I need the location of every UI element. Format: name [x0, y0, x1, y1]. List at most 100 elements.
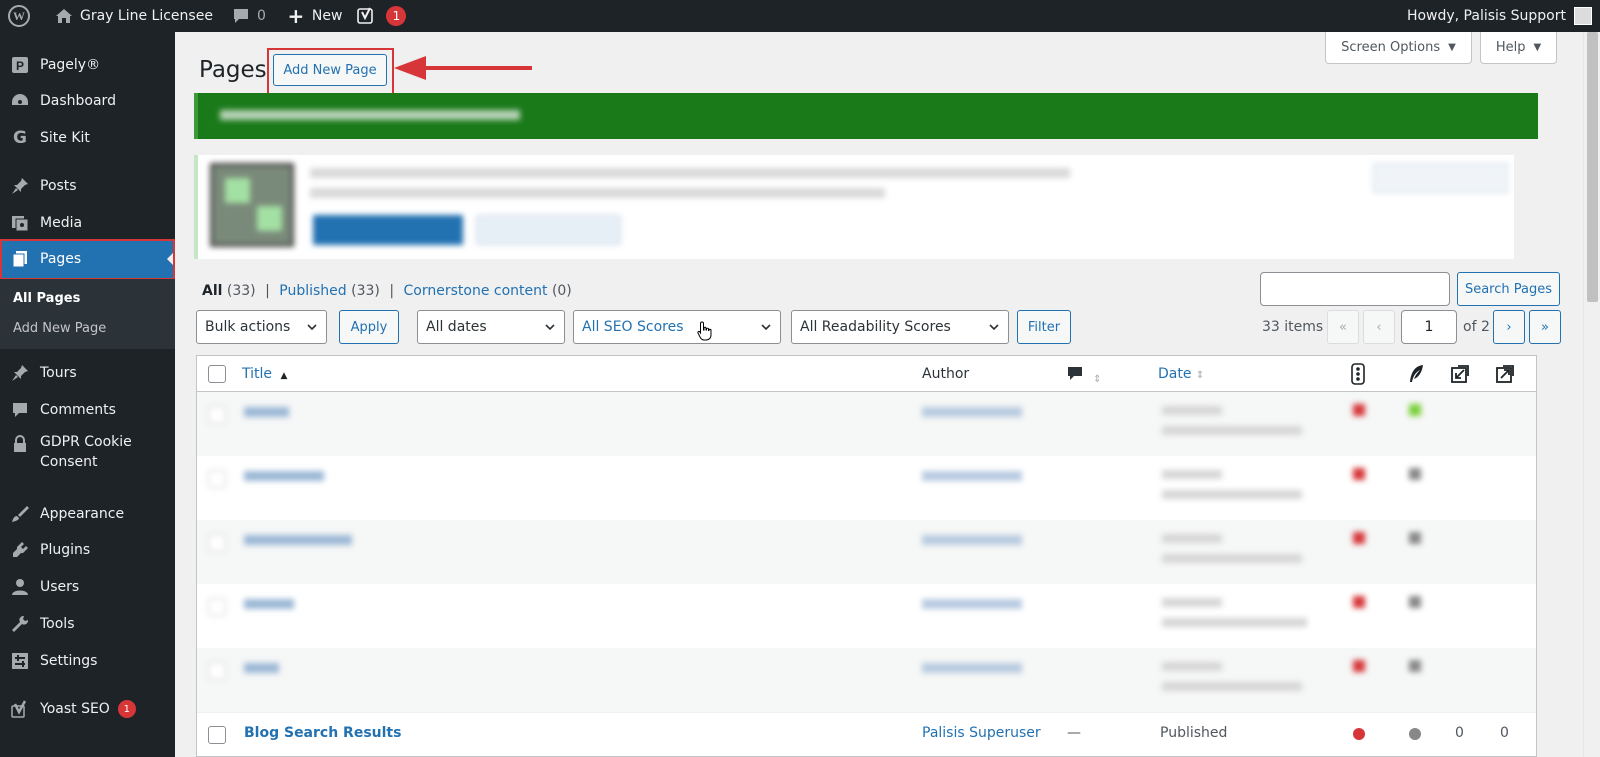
seo-score-column-header[interactable]: [1350, 363, 1366, 389]
yoast-icon: [356, 6, 376, 26]
add-new-highlight-box: [267, 48, 394, 96]
sidebar-item-users[interactable]: Users: [0, 572, 175, 602]
outgoing-links-column-header[interactable]: [1495, 364, 1515, 388]
incoming-links-column-header[interactable]: [1450, 364, 1470, 388]
site-name-link[interactable]: Gray Line Licensee: [38, 0, 221, 32]
comments-column-header[interactable]: ⇕: [1067, 366, 1102, 386]
promo-dismiss-button[interactable]: [1373, 163, 1508, 193]
sidebar-item-pagely[interactable]: P Pagely®: [0, 50, 175, 80]
wordpress-logo[interactable]: W: [0, 0, 38, 32]
sidebar-item-dashboard[interactable]: Dashboard: [0, 86, 175, 116]
sidebar-item-tours[interactable]: Tours: [0, 358, 175, 388]
table-row[interactable]: Blog Search Results Palisis Superuser — …: [197, 712, 1536, 756]
select-all-checkbox[interactable]: [208, 365, 226, 383]
row-checkbox[interactable]: [208, 598, 226, 616]
my-account[interactable]: Howdy, Palisis Support: [1407, 0, 1592, 32]
filter-all[interactable]: All: [202, 283, 222, 299]
seo-scores-value: All SEO Scores: [582, 319, 684, 335]
column-author-header: Author: [922, 366, 970, 382]
sidebar-item-media[interactable]: Media: [0, 208, 175, 238]
notice-blurred-content: [220, 110, 520, 120]
sidebar-item-site-kit[interactable]: G Site Kit: [0, 123, 175, 153]
comment-icon: [10, 400, 30, 420]
table-row[interactable]: [197, 520, 1536, 584]
table-row[interactable]: [197, 392, 1536, 456]
sort-indicator-icon: ⇕: [1093, 374, 1102, 385]
table-row[interactable]: [197, 584, 1536, 648]
apply-button[interactable]: Apply: [339, 310, 399, 344]
readability-column-header[interactable]: [1407, 364, 1425, 388]
comment-icon: [231, 6, 251, 26]
new-content-link[interactable]: + New: [274, 0, 351, 32]
sidebar-item-settings[interactable]: Settings: [0, 646, 175, 676]
row-title-link[interactable]: Blog Search Results: [244, 725, 401, 741]
screen-options-button[interactable]: Screen Options ▼: [1325, 32, 1472, 64]
vertical-scrollbar[interactable]: [1583, 32, 1600, 757]
row-author-blurred[interactable]: [922, 663, 1022, 673]
new-label: New: [311, 8, 343, 24]
admin-sidebar: P Pagely® Dashboard G Site Kit Posts Med…: [0, 32, 175, 757]
row-checkbox[interactable]: [208, 726, 226, 744]
sidebar-item-posts[interactable]: Posts: [0, 171, 175, 201]
pages-table: Title ▲ Author ⇕ Date ⇕ Blog Search Resu…: [196, 355, 1537, 757]
row-title-blurred[interactable]: [244, 535, 352, 545]
search-input[interactable]: [1260, 272, 1450, 306]
submenu-all-pages[interactable]: All Pages: [13, 291, 80, 306]
last-page-button[interactable]: »: [1529, 310, 1561, 344]
bulk-actions-select[interactable]: Bulk actions: [196, 310, 327, 344]
table-row[interactable]: [197, 456, 1536, 520]
sidebar-item-comments[interactable]: Comments: [0, 395, 175, 425]
column-title-header[interactable]: Title ▲: [242, 366, 287, 382]
row-title-blurred[interactable]: [244, 407, 289, 417]
row-checkbox[interactable]: [208, 662, 226, 680]
row-checkbox[interactable]: [208, 534, 226, 552]
row-date-blurred: [1162, 534, 1222, 543]
seo-score-bad: [1353, 596, 1365, 608]
sidebar-item-yoast-seo[interactable]: Yoast SEO 1: [0, 694, 175, 724]
seo-score-bad: [1353, 468, 1365, 480]
seo-scores-select[interactable]: All SEO Scores: [573, 310, 781, 344]
pagely-icon: P: [10, 55, 30, 75]
sidebar-item-label: Media: [40, 215, 83, 231]
annotation-arrow-icon: [394, 56, 532, 80]
sidebar-item-plugins[interactable]: Plugins: [0, 535, 175, 565]
sidebar-item-gdpr-cookie-consent[interactable]: GDPR Cookie Consent: [0, 432, 175, 474]
caret-down-icon: ▼: [1448, 42, 1456, 53]
table-row[interactable]: [197, 648, 1536, 712]
filter-cornerstone[interactable]: Cornerstone content: [404, 283, 548, 299]
sidebar-item-appearance[interactable]: Appearance: [0, 499, 175, 529]
scrollbar-thumb[interactable]: [1587, 32, 1598, 302]
row-author-blurred[interactable]: [922, 599, 1022, 609]
row-title-blurred[interactable]: [244, 599, 294, 609]
column-date-header[interactable]: Date ⇕: [1158, 366, 1204, 382]
bulk-actions-value: Bulk actions: [205, 319, 291, 335]
row-title-blurred[interactable]: [244, 471, 324, 481]
search-pages-button[interactable]: Search Pages: [1457, 272, 1560, 306]
readability-select[interactable]: All Readability Scores: [791, 310, 1009, 344]
help-button[interactable]: Help ▼: [1480, 32, 1557, 64]
submenu-add-new-page[interactable]: Add New Page: [13, 321, 106, 336]
row-author-blurred[interactable]: [922, 407, 1022, 417]
row-author-blurred[interactable]: [922, 471, 1022, 481]
row-author-link[interactable]: Palisis Superuser: [922, 725, 1041, 741]
row-author-blurred[interactable]: [922, 535, 1022, 545]
yoast-adminbar-link[interactable]: 1: [350, 0, 414, 32]
promo-secondary-button[interactable]: [476, 215, 621, 245]
sidebar-item-label: Tours: [40, 365, 77, 381]
readability-score-na: [1409, 468, 1421, 480]
sidebar-item-label: Tools: [40, 616, 75, 632]
sidebar-item-tools[interactable]: Tools: [0, 609, 175, 639]
row-title-blurred[interactable]: [244, 663, 279, 673]
promo-primary-button[interactable]: [313, 215, 463, 245]
row-checkbox[interactable]: [208, 470, 226, 488]
sidebar-item-label: Settings: [40, 653, 98, 669]
dates-select[interactable]: All dates: [417, 310, 565, 344]
row-checkbox[interactable]: [208, 406, 226, 424]
dates-value: All dates: [426, 319, 487, 335]
filter-published[interactable]: Published: [279, 283, 346, 299]
current-page-input[interactable]: 1: [1401, 310, 1457, 344]
filter-button[interactable]: Filter: [1017, 310, 1071, 344]
user-icon: [10, 577, 30, 597]
next-page-button[interactable]: ›: [1493, 310, 1525, 344]
comments-link[interactable]: 0: [221, 0, 274, 32]
